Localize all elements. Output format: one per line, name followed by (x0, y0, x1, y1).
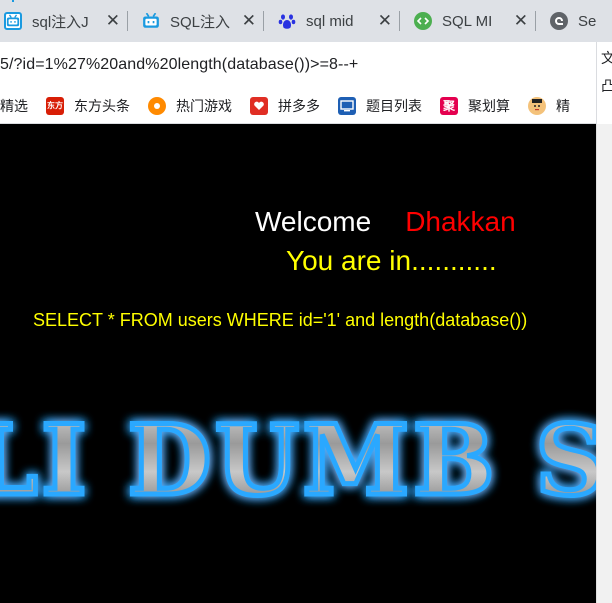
close-icon[interactable]: ✕ (242, 11, 256, 31)
tab-title: SQL注入 (170, 13, 231, 31)
avatar-icon (528, 96, 546, 115)
bookmark-label: 热门游戏 (176, 97, 232, 114)
banner: LI DUMB SE (0, 396, 596, 517)
bookmark-label: 题目列表 (366, 97, 422, 114)
tab-title: Se (578, 12, 597, 30)
juhuasuan-icon: 聚 (440, 96, 458, 115)
close-icon[interactable]: ✕ (514, 11, 528, 31)
code-icon (414, 12, 432, 30)
bookmark-pinduoduo[interactable]: 拼多多 (250, 96, 320, 116)
bookmarks-bar: 精选 东方 东方头条 热门游戏 拼多多 题目列表 聚 聚划算 精 (0, 88, 596, 124)
bookmark-avatar[interactable]: 精 (528, 96, 570, 116)
tab-title: sql注入J (32, 13, 89, 31)
bilibili-icon (142, 12, 160, 30)
bookmark-problems[interactable]: 题目列表 (338, 96, 422, 116)
tab-title: SQL MI (442, 12, 493, 30)
dongfang-icon: 东方 (46, 96, 64, 115)
address-bar[interactable]: 5/?id=1%27%20and%20length(database())>=8… (0, 42, 596, 88)
tab-1[interactable]: sql注入J ✕ (0, 0, 128, 42)
welcome-line: Welcome Dhakkan (255, 206, 516, 238)
side-panel-text: 文 (601, 48, 612, 68)
banner-graphic: LI DUMB SE (0, 402, 596, 517)
tiku-icon (338, 96, 356, 115)
bookmark-games[interactable]: 热门游戏 (148, 96, 232, 116)
vertical-scrollbar[interactable] (596, 124, 612, 603)
page-content: Welcome Dhakkan You are in........... SEL… (0, 124, 596, 603)
bilibili-icon (4, 12, 22, 30)
close-icon[interactable]: ✕ (106, 11, 120, 31)
tab-strip: sql注入J ✕ SQL注入 ✕ sql mid ✕ SQL MI ✕ Se (0, 0, 612, 42)
bookmark-jingxuan[interactable]: 精选 (0, 96, 28, 116)
status-text: You are in........... (286, 245, 497, 276)
welcome-text: Welcome (255, 206, 372, 237)
sql-query-text: SELECT * FROM users WHERE id='1' and len… (33, 310, 528, 330)
tab-title: sql mid (306, 12, 354, 30)
banner-text: LI DUMB SE (0, 404, 596, 516)
pinduoduo-icon (250, 96, 268, 115)
edge-icon (550, 12, 568, 30)
bookmark-label: 东方头条 (74, 97, 130, 114)
bookmark-label: 聚划算 (468, 97, 510, 114)
side-panel-text: 凸 (601, 76, 612, 96)
tab-2[interactable]: SQL注入 ✕ (128, 0, 264, 42)
bookmark-label: 精 (556, 97, 570, 114)
bookmark-label: 拼多多 (278, 97, 320, 114)
url-text[interactable]: 5/?id=1%27%20and%20length(database())>=8… (0, 56, 358, 74)
user-name: Dhakkan (405, 206, 516, 237)
tab-5[interactable]: Se (536, 0, 608, 42)
bookmark-label: 精选 (0, 97, 28, 114)
bookmark-dongfang[interactable]: 东方 东方头条 (46, 96, 130, 116)
tab-4[interactable]: SQL MI ✕ (400, 0, 536, 42)
close-icon[interactable]: ✕ (378, 11, 392, 31)
baidu-paw-icon (278, 12, 296, 30)
game-icon (148, 96, 166, 115)
side-panel: 文 凸 (596, 42, 612, 124)
tab-3[interactable]: sql mid ✕ (264, 0, 400, 42)
bookmark-juhuasuan[interactable]: 聚 聚划算 (440, 96, 510, 116)
